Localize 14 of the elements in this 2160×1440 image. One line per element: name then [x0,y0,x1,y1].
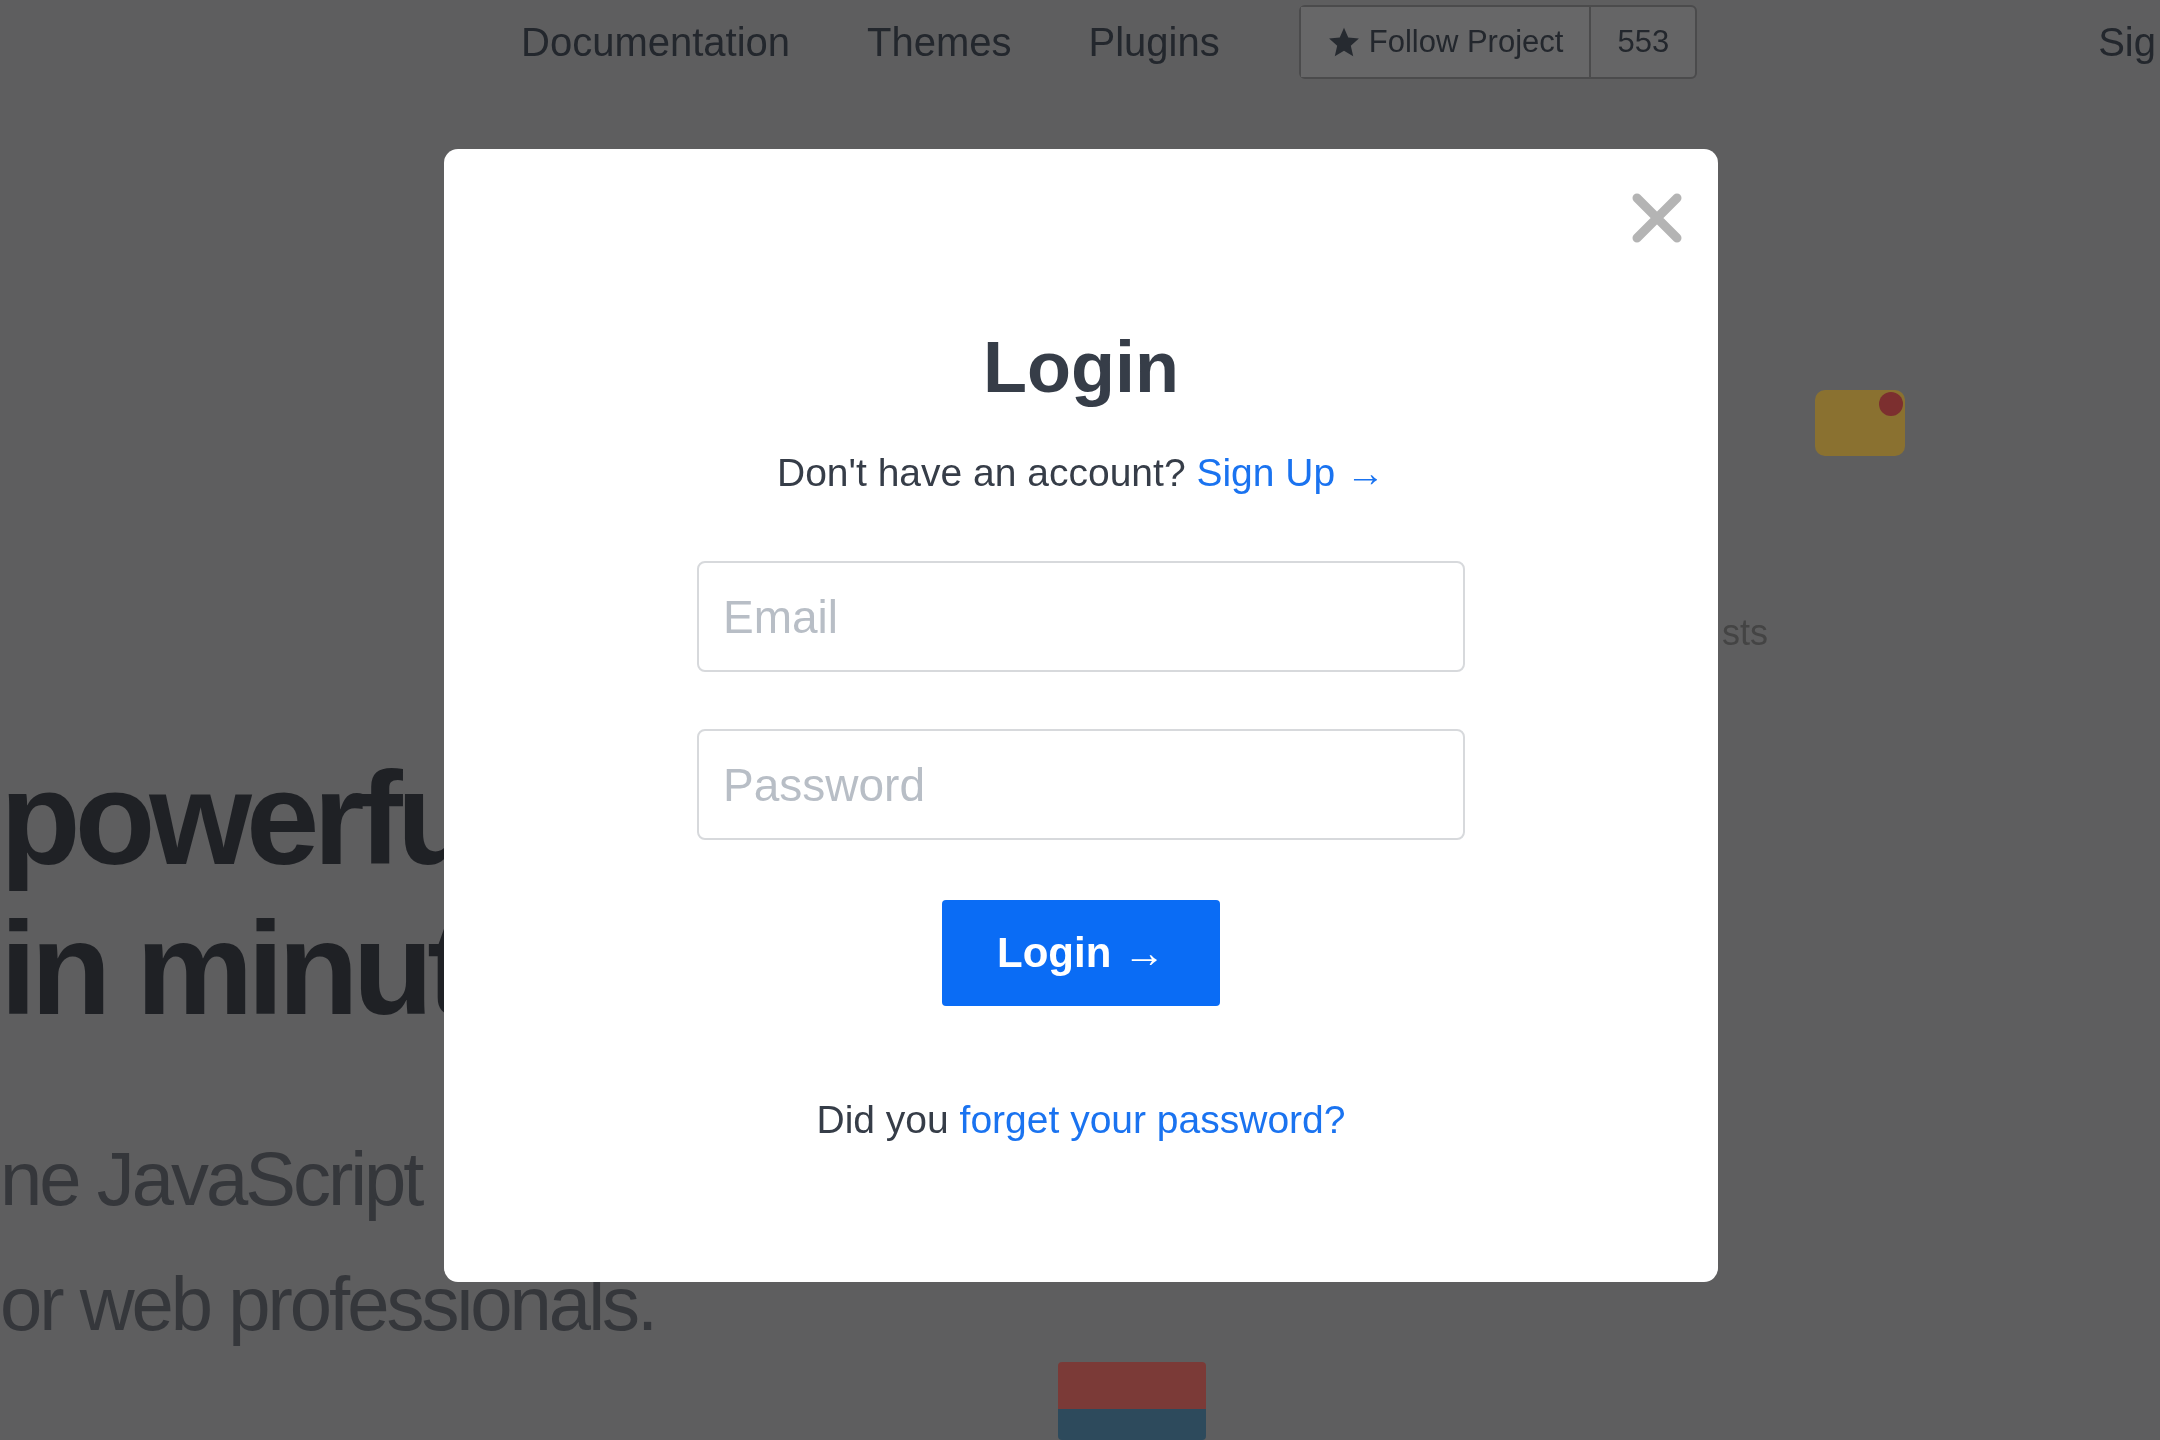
forgot-password-link[interactable]: forget your password? [959,1098,1346,1141]
close-icon[interactable] [1632,193,1682,243]
nav-link[interactable]: Sig [2098,19,2156,65]
follower-count: 553 [1616,23,1671,61]
nav-link[interactable]: Themes [867,19,1012,65]
nav-link[interactable]: Plugins [1088,19,1220,65]
signup-prompt: Don't have an account? Sign Up → [777,451,1385,495]
nav-link[interactable]: Documentation [521,19,791,65]
email-field[interactable]: Email [697,561,1465,672]
forgot-password-text: Did you forget your password? [816,1098,1346,1142]
login-button[interactable]: Login → [942,900,1220,1006]
sign-up-link[interactable]: Sign Up → [1196,451,1385,494]
password-field[interactable]: Password [697,729,1465,840]
follow-project-button[interactable]: Follow Project [1300,7,1592,77]
